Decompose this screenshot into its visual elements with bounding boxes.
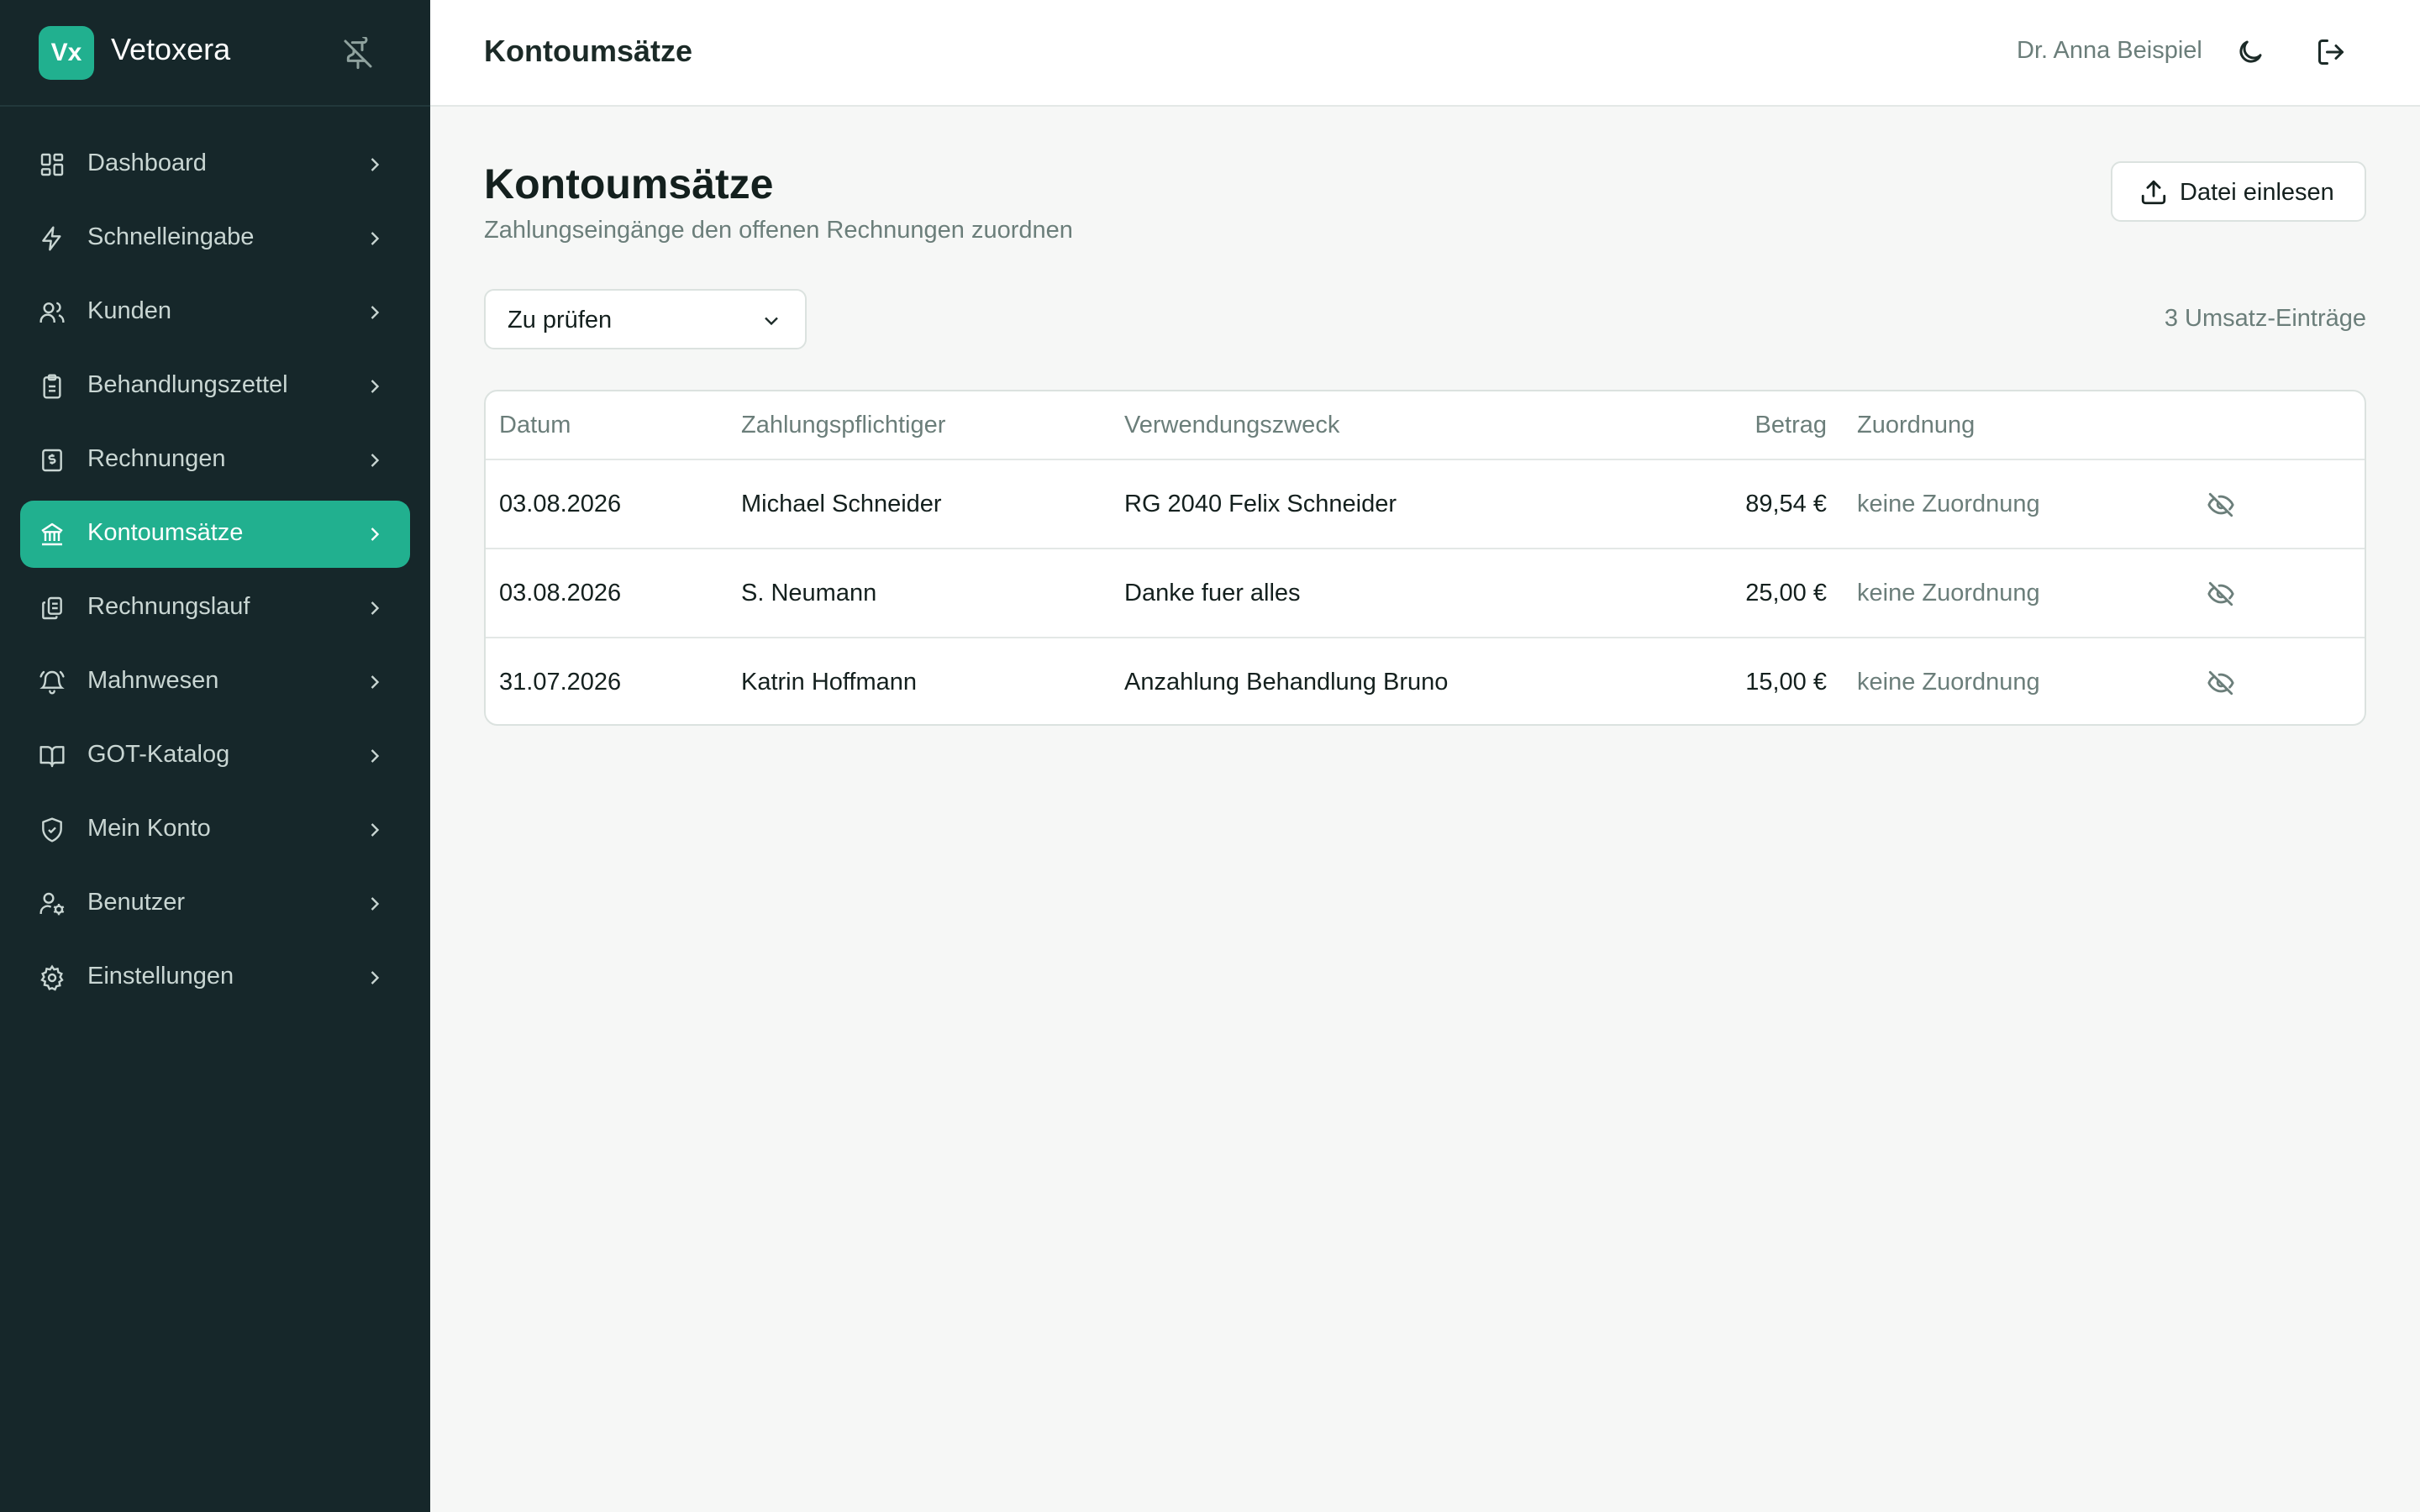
user-name[interactable]: Dr. Anna Beispiel	[2017, 37, 2202, 65]
sidebar: Vx Vetoxera Dashboard Schnelleingabe Kun…	[0, 0, 430, 1512]
sidebar-item-label: Kunden	[87, 297, 171, 324]
page-subtitle: Zahlungseingänge den offenen Rechnungen …	[484, 217, 1073, 244]
cell-amount: 15,00 €	[1745, 669, 1827, 696]
sidebar-item-rechnungen[interactable]: Rechnungen	[20, 427, 410, 494]
sidebar-item-label: Dashboard	[87, 150, 207, 176]
upload-icon	[2141, 180, 2166, 205]
cell-date: 03.08.2026	[499, 491, 622, 517]
logout-icon[interactable]	[2316, 37, 2346, 67]
cell-assignment[interactable]: keine Zuordnung	[1857, 491, 2040, 518]
cell-purpose: Danke fuer alles	[1124, 580, 1301, 606]
gear-icon	[40, 964, 64, 991]
cell-date: 31.07.2026	[499, 669, 622, 696]
unpin-icon[interactable]	[341, 37, 375, 71]
transactions-table: Datum Zahlungspflichtiger Verwendungszwe…	[484, 390, 2366, 726]
cell-assignment[interactable]: keine Zuordnung	[1857, 580, 2040, 607]
chevron-right-icon	[371, 971, 380, 984]
chevron-right-icon	[371, 528, 380, 541]
sidebar-item-benutzer[interactable]: Benutzer	[20, 870, 410, 937]
files-icon	[42, 596, 62, 620]
book-icon	[39, 746, 65, 768]
sidebar-item-rechnungslauf[interactable]: Rechnungslauf	[20, 575, 410, 642]
chevron-right-icon	[371, 675, 380, 689]
chevron-right-icon	[371, 306, 380, 319]
chevron-right-icon	[371, 823, 380, 837]
sidebar-item-label: Kontoumsätze	[87, 519, 244, 546]
column-header-betrag[interactable]: Betrag	[1755, 412, 1827, 439]
chevron-right-icon	[371, 454, 380, 467]
sidebar-item-got-katalog[interactable]: GOT-Katalog	[20, 722, 410, 790]
column-header-verwendungszweck[interactable]: Verwendungszweck	[1124, 412, 1339, 439]
user-cog-icon	[39, 892, 65, 916]
brand-name: Vetoxera	[111, 32, 231, 66]
chevron-right-icon	[371, 749, 380, 763]
shield-icon	[42, 817, 62, 843]
sidebar-item-dashboard[interactable]: Dashboard	[20, 131, 410, 198]
eye-off-icon[interactable]	[2207, 669, 2235, 697]
sidebar-item-behandlungszettel[interactable]: Behandlungszettel	[20, 353, 410, 420]
chevron-right-icon	[371, 601, 380, 615]
sidebar-item-label: Mein Konto	[87, 815, 211, 842]
column-header-datum[interactable]: Datum	[499, 412, 571, 439]
cell-payer: Katrin Hoffmann	[741, 669, 918, 696]
table-header: Datum Zahlungspflichtiger Verwendungszwe…	[486, 391, 2365, 460]
clipboard-icon	[43, 374, 61, 399]
cell-payer: S. Neumann	[741, 580, 877, 606]
sidebar-item-label: Benutzer	[87, 889, 186, 916]
cell-amount: 25,00 €	[1745, 580, 1827, 606]
top-bar: Kontoumsätze Dr. Anna Beispiel	[430, 0, 2420, 107]
cell-assignment[interactable]: keine Zuordnung	[1857, 669, 2040, 696]
dashboard-icon	[40, 153, 64, 176]
cell-purpose: Anzahlung Behandlung Bruno	[1124, 669, 1449, 696]
sidebar-item-label: Mahnwesen	[87, 667, 219, 694]
sidebar-nav: Dashboard Schnelleingabe Kunden Behandlu…	[0, 131, 430, 1018]
header-title: Kontoumsätze	[484, 34, 693, 68]
import-file-label: Datei einlesen	[2180, 179, 2334, 206]
entry-count: 3 Umsatz-Einträge	[2164, 305, 2366, 332]
sidebar-item-label: Rechnungen	[87, 445, 226, 472]
brand: Vx Vetoxera	[0, 0, 430, 107]
brand-logo: Vx	[39, 26, 94, 80]
cell-payer: Michael Schneider	[741, 491, 942, 517]
moon-icon[interactable]	[2235, 37, 2265, 67]
table-row[interactable]: 03.08.2026 S. Neumann Danke fuer alles 2…	[486, 549, 2365, 638]
sidebar-item-kontoumsaetze[interactable]: Kontoumsätze	[20, 501, 410, 568]
import-file-button[interactable]: Datei einlesen	[2111, 161, 2366, 222]
users-icon	[39, 302, 65, 323]
chevron-right-icon	[371, 897, 380, 911]
status-filter-select[interactable]: Zu prüfen	[484, 289, 807, 349]
sidebar-item-mein-konto[interactable]: Mein Konto	[20, 796, 410, 864]
table-row[interactable]: 03.08.2026 Michael Schneider RG 2040 Fel…	[486, 460, 2365, 549]
sidebar-item-mahnwesen[interactable]: Mahnwesen	[20, 648, 410, 716]
column-header-zuordnung[interactable]: Zuordnung	[1857, 412, 1975, 439]
sidebar-item-einstellungen[interactable]: Einstellungen	[20, 944, 410, 1011]
bank-icon	[41, 522, 63, 546]
table-row[interactable]: 31.07.2026 Katrin Hoffmann Anzahlung Beh…	[486, 638, 2365, 724]
sidebar-item-label: Einstellungen	[87, 963, 234, 990]
eye-off-icon[interactable]	[2207, 491, 2235, 519]
chevron-right-icon	[371, 158, 380, 171]
sidebar-item-label: GOT-Katalog	[87, 741, 230, 768]
sidebar-item-schnelleingabe[interactable]: Schnelleingabe	[20, 205, 410, 272]
cell-purpose: RG 2040 Felix Schneider	[1124, 491, 1397, 517]
sidebar-item-label: Schnelleingabe	[87, 223, 255, 250]
status-filter-value: Zu prüfen	[508, 307, 613, 333]
sidebar-item-label: Behandlungszettel	[87, 371, 288, 398]
bell-icon	[39, 670, 65, 695]
lightning-icon	[42, 226, 61, 251]
invoice-icon	[42, 449, 62, 472]
cell-date: 03.08.2026	[499, 580, 622, 606]
cell-amount: 89,54 €	[1745, 491, 1827, 517]
column-header-zahlungspflichtiger[interactable]: Zahlungspflichtiger	[741, 412, 945, 439]
chevron-right-icon	[371, 380, 380, 393]
eye-off-icon[interactable]	[2207, 580, 2235, 608]
chevron-down-icon	[765, 317, 778, 326]
sidebar-item-label: Rechnungslauf	[87, 593, 250, 620]
sidebar-item-kunden[interactable]: Kunden	[20, 279, 410, 346]
page-title: Kontoumsätze	[484, 160, 774, 207]
chevron-right-icon	[371, 232, 380, 245]
